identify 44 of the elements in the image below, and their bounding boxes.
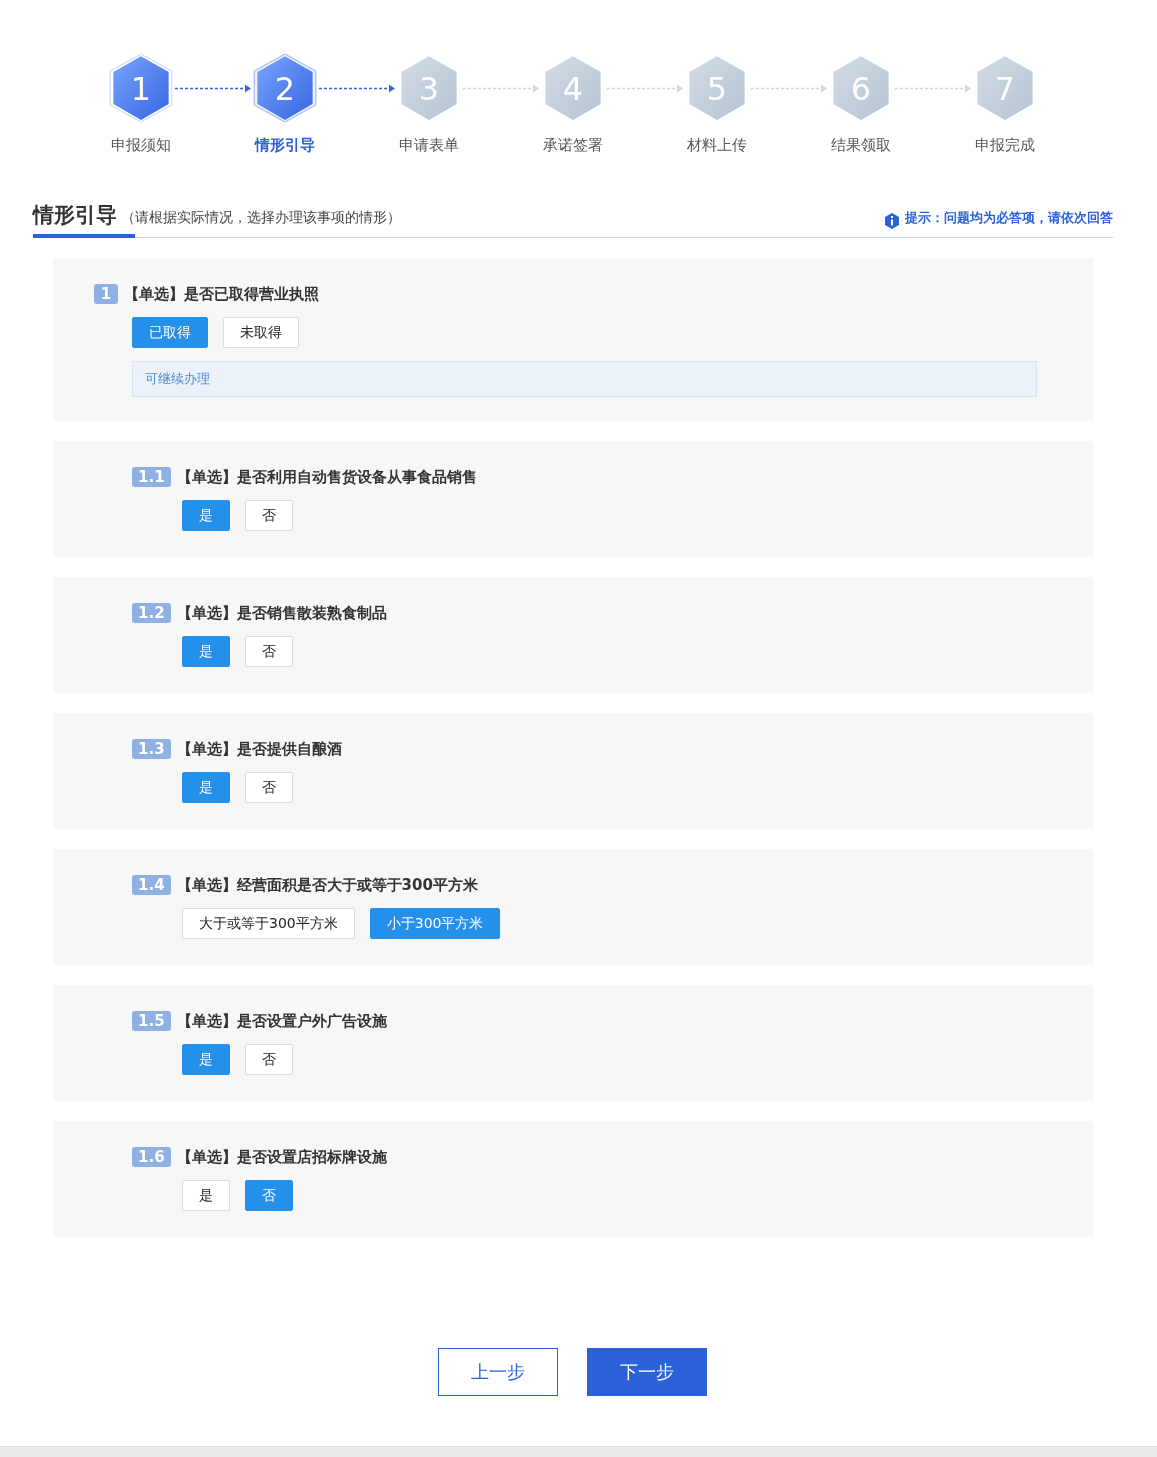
hint-text: 提示：问题均为必答项，请依次回答 xyxy=(905,209,1113,227)
option-button[interactable]: 是 xyxy=(182,1180,230,1211)
result-note: 可继续办理 xyxy=(132,361,1037,397)
step-label: 结果领取 xyxy=(831,136,891,155)
step-hexagon: 2 xyxy=(253,54,317,122)
option-button[interactable]: 否 xyxy=(245,1044,293,1075)
option-button[interactable]: 已取得 xyxy=(132,317,208,348)
option-button[interactable]: 小于300平方米 xyxy=(369,908,501,939)
question-text: 【单选】是否设置户外广告设施 xyxy=(176,1011,387,1031)
question-text: 【单选】是否设置店招标牌设施 xyxy=(176,1147,387,1167)
question-number: 1.2 xyxy=(132,603,171,623)
section-title: 情形引导 xyxy=(33,202,117,229)
question-text: 【单选】是否利用自动售货设备从事食品销售 xyxy=(176,467,477,487)
question-number: 1 xyxy=(94,284,118,304)
step-label: 申报须知 xyxy=(111,136,171,155)
option-button[interactable]: 是 xyxy=(182,772,230,803)
option-button[interactable]: 是 xyxy=(182,1044,230,1075)
step-label: 材料上传 xyxy=(687,136,747,155)
step-label: 申请表单 xyxy=(399,136,459,155)
question-text: 【单选】经营面积是否大于或等于300平方米 xyxy=(176,875,478,895)
option-button[interactable]: 大于或等于300平方米 xyxy=(182,908,355,939)
previous-button[interactable]: 上一步 xyxy=(438,1348,558,1396)
question-number: 1.6 xyxy=(132,1147,171,1167)
step-label: 情形引导 xyxy=(255,136,315,155)
next-button[interactable]: 下一步 xyxy=(587,1348,707,1396)
question-number: 1.3 xyxy=(132,739,171,759)
question-number: 1.1 xyxy=(132,467,171,487)
question-text: 【单选】是否已取得营业执照 xyxy=(124,284,319,304)
option-button[interactable]: 是 xyxy=(182,636,230,667)
option-button[interactable]: 否 xyxy=(245,636,293,667)
info-icon xyxy=(885,213,899,229)
question-text: 【单选】是否提供自酿酒 xyxy=(176,739,342,759)
option-button[interactable]: 否 xyxy=(245,500,293,531)
option-button[interactable]: 未取得 xyxy=(223,317,299,348)
option-button[interactable]: 否 xyxy=(245,772,293,803)
step-hexagon: 1 xyxy=(109,54,173,122)
step-label: 承诺签署 xyxy=(543,136,603,155)
option-button[interactable]: 是 xyxy=(182,500,230,531)
question-number: 1.4 xyxy=(132,875,171,895)
step-label: 申报完成 xyxy=(975,136,1035,155)
question-number: 1.5 xyxy=(132,1011,171,1031)
section-subtitle: （请根据实际情况，选择办理该事项的情形） xyxy=(121,209,401,227)
question-text: 【单选】是否销售散装熟食制品 xyxy=(176,603,387,623)
option-button[interactable]: 否 xyxy=(245,1180,293,1211)
